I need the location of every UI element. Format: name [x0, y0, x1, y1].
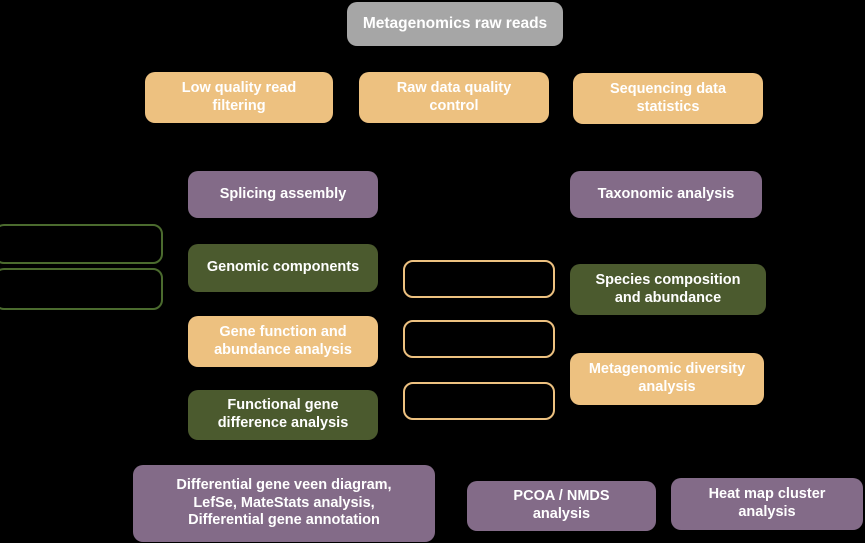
node-placeholder-center-1[interactable]	[403, 260, 555, 298]
node-pcoa-nmds-analysis[interactable]: PCOA / NMDS analysis	[467, 481, 656, 531]
node-splicing-assembly[interactable]: Splicing assembly	[188, 171, 378, 218]
node-differential-gene-analysis[interactable]: Differential gene veen diagram, LefSe, M…	[133, 465, 435, 542]
node-low-quality-read-filtering[interactable]: Low quality read filtering	[145, 72, 333, 123]
node-heat-map-cluster-analysis[interactable]: Heat map cluster analysis	[671, 478, 863, 530]
node-taxonomic-analysis[interactable]: Taxonomic analysis	[570, 171, 762, 218]
node-species-composition-and-abundance[interactable]: Species composition and abundance	[570, 264, 766, 315]
node-placeholder-center-2[interactable]	[403, 320, 555, 358]
node-placeholder-left-1[interactable]	[0, 224, 163, 264]
node-raw-data-quality-control[interactable]: Raw data quality control	[359, 72, 549, 123]
node-placeholder-center-3[interactable]	[403, 382, 555, 420]
node-gene-function-and-abundance-analysis[interactable]: Gene function and abundance analysis	[188, 316, 378, 367]
node-metagenomic-diversity-analysis[interactable]: Metagenomic diversity analysis	[570, 353, 764, 405]
node-genomic-components[interactable]: Genomic components	[188, 244, 378, 292]
workflow-diagram: Metagenomics raw reads Low quality read …	[0, 0, 865, 543]
node-sequencing-data-statistics[interactable]: Sequencing data statistics	[573, 73, 763, 124]
node-placeholder-left-2[interactable]	[0, 268, 163, 310]
node-functional-gene-difference-analysis[interactable]: Functional gene difference analysis	[188, 390, 378, 440]
node-metagenomics-raw-reads[interactable]: Metagenomics raw reads	[347, 2, 563, 46]
